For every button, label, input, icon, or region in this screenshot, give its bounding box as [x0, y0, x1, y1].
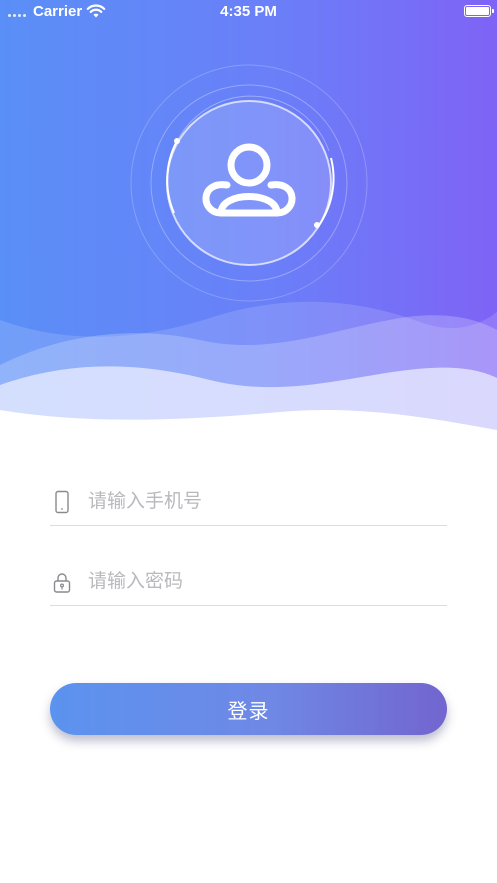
avatar-rings: [130, 64, 368, 302]
clock-label: 4:35 PM: [220, 3, 277, 20]
battery-tip: [492, 9, 494, 13]
avatar-badge: [129, 63, 369, 303]
password-input[interactable]: [88, 566, 438, 598]
battery-icon: [464, 5, 491, 17]
login-button[interactable]: 登录: [50, 683, 447, 735]
login-screen: Carrier 4:35 PM 登录: [0, 0, 497, 883]
phone-input[interactable]: [88, 486, 438, 518]
password-field: [50, 560, 447, 606]
phone-icon: [55, 490, 69, 514]
lock-icon: [53, 573, 71, 593]
phone-field: [50, 480, 447, 526]
header-background: [0, 0, 497, 440]
status-bar: Carrier 4:35 PM: [0, 0, 497, 24]
